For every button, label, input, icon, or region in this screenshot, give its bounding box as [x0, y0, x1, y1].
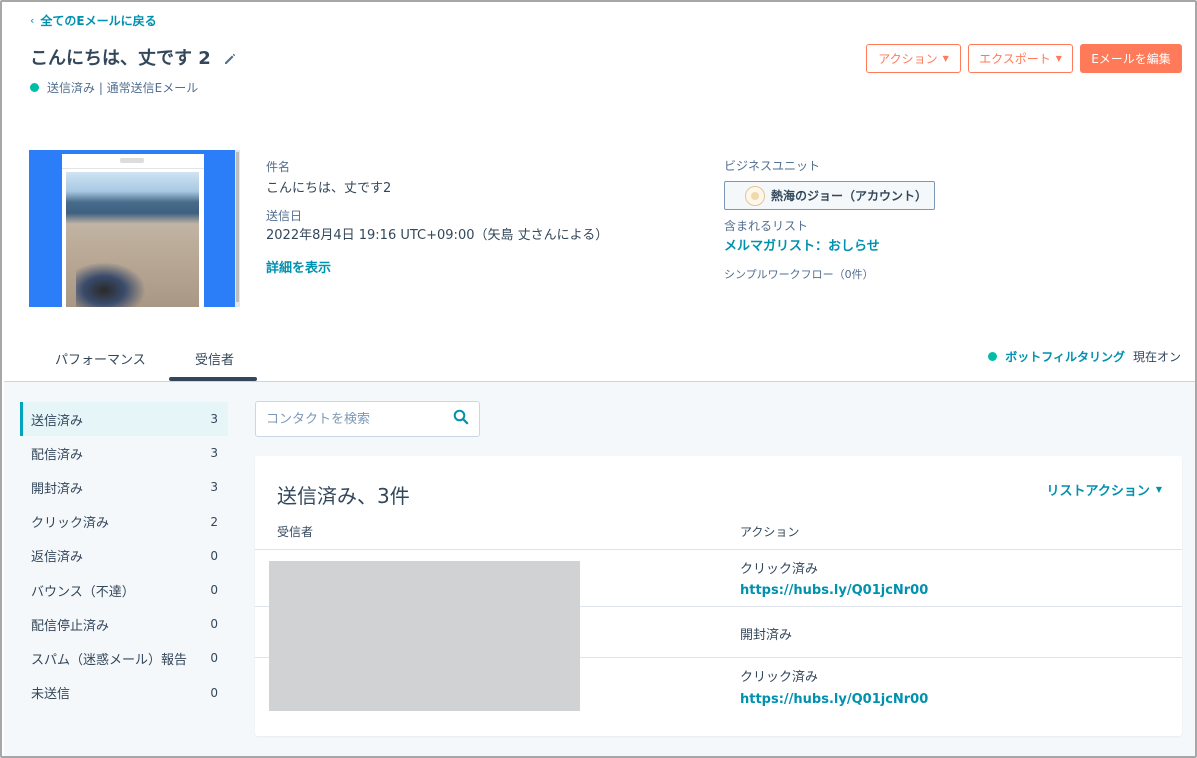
sidebar-item-count: 3	[210, 480, 218, 495]
sidebar-item-count: 0	[210, 583, 218, 598]
subject-label: 件名	[266, 160, 291, 174]
sidebar-item-not-sent[interactable]: 未送信 0	[20, 676, 228, 710]
table-divider	[255, 549, 1182, 550]
sidebar-item-clicked[interactable]: クリック済み 2	[20, 505, 228, 539]
row-action-text: クリック済み	[740, 670, 819, 685]
sidebar-item-count: 0	[210, 651, 218, 666]
app-window: ‹ 全てのEメールに戻る こんにちは、丈です 2 送信済み | 通常送信Eメール…	[0, 0, 1197, 758]
sidebar-item-count: 0	[210, 548, 218, 563]
sent-date-value: 2022年8月4日 19:16 UTC+09:00（矢島 丈さんによる）	[266, 228, 609, 243]
sidebar-item-sent[interactable]: 送信済み 3	[20, 402, 228, 437]
caret-down-icon: ▼	[1055, 54, 1062, 63]
preview-scrollbar[interactable]	[235, 150, 240, 307]
export-button[interactable]: エクスポート ▼	[968, 44, 1073, 73]
sidebar-item-delivered[interactable]: 配信済み 3	[20, 436, 228, 470]
status-text: 送信済み | 通常送信Eメール	[47, 81, 199, 95]
pencil-icon[interactable]	[223, 50, 237, 64]
sidebar-item-label: 返信済み	[31, 550, 84, 566]
tab-performance[interactable]: パフォーマンス	[55, 349, 146, 385]
email-preview-thumbnail[interactable]	[29, 150, 240, 307]
preview-divider	[62, 168, 204, 169]
sidebar-item-label: 配信停止済み	[31, 618, 110, 634]
preview-beach-photo	[66, 172, 199, 307]
sidebar-item-label: 配信済み	[31, 447, 84, 463]
caret-down-icon: ▼	[1155, 485, 1162, 494]
email-preview-paper	[62, 154, 204, 307]
recipient-status-sidebar: 送信済み 3 配信済み 3 開封済み 3 クリック済み 2 返信済み 0 バウン…	[20, 402, 228, 710]
card-title: 送信済み、3件	[277, 484, 410, 508]
list-action-dropdown[interactable]: リストアクション ▼	[1046, 480, 1162, 499]
edit-email-button[interactable]: Eメールを編集	[1080, 44, 1182, 73]
subject-value: こんにちは、丈です2	[266, 181, 392, 196]
action-button-label: アクション	[878, 52, 938, 66]
list-action-label: リストアクション	[1046, 484, 1150, 499]
contact-search-input[interactable]	[266, 411, 453, 427]
status-dot-icon	[30, 83, 39, 92]
row-action-link[interactable]: https://hubs.ly/Q01jcNr00	[740, 692, 928, 707]
sidebar-item-label: 未送信	[31, 687, 71, 703]
preview-scrollbar-thumb[interactable]	[236, 152, 239, 302]
bot-filtering-status: ボットフィルタリング 現在オン	[988, 348, 1181, 365]
included-list-link[interactable]: メルマガリスト：おしらせ	[724, 235, 880, 254]
export-button-label: エクスポート	[979, 52, 1051, 66]
bot-filtering-state: 現在オン	[1132, 350, 1181, 364]
sidebar-item-label: クリック済み	[31, 516, 110, 532]
column-header-recipient[interactable]: 受信者	[277, 523, 313, 540]
sidebar-item-count: 0	[210, 685, 218, 700]
preview-logo	[120, 158, 144, 163]
sidebar-item-count: 2	[210, 514, 218, 529]
action-button[interactable]: アクション ▼	[866, 44, 961, 73]
sidebar-item-spam-reported[interactable]: スパム（迷惑メール）報告 0	[20, 641, 228, 675]
recipients-table-card: 送信済み、3件 リストアクション ▼ 受信者 アクション クリック済み http…	[255, 456, 1182, 736]
tab-recipients-label: 受信者	[195, 353, 235, 368]
sidebar-item-unsubscribed[interactable]: 配信停止済み 0	[20, 607, 228, 641]
sidebar-item-count: 0	[210, 617, 218, 632]
status-line: 送信済み | 通常送信Eメール	[30, 79, 198, 96]
tab-performance-label: パフォーマンス	[55, 353, 146, 368]
row-action-text: クリック済み	[740, 562, 819, 577]
chevron-left-icon: ‹	[30, 14, 35, 27]
contact-search-box	[255, 401, 480, 437]
sidebar-item-label: スパム（迷惑メール）報告	[31, 652, 188, 668]
business-unit-value: 熱海のジョー（アカウント）	[771, 189, 928, 203]
row-action-text: 開封済み	[740, 628, 793, 643]
page-title: こんにちは、丈です 2	[30, 44, 237, 70]
included-list-label: 含まれるリスト	[724, 219, 809, 233]
business-unit-badge: 熱海のジョー（アカウント）	[724, 181, 935, 210]
sidebar-item-label: バウンス（不達）	[31, 584, 135, 600]
sidebar-item-label: 開封済み	[31, 481, 84, 497]
row-action-link[interactable]: https://hubs.ly/Q01jcNr00	[740, 583, 928, 598]
sidebar-item-replied[interactable]: 返信済み 0	[20, 539, 228, 573]
edit-email-button-label: Eメールを編集	[1091, 52, 1171, 66]
simple-workflow-label: シンプルワークフロー（0件）	[724, 268, 874, 281]
sidebar-item-opened[interactable]: 開封済み 3	[20, 470, 228, 504]
caret-down-icon: ▼	[942, 54, 949, 63]
business-unit-logo-icon	[745, 185, 765, 206]
bot-filter-dot-icon	[988, 352, 998, 361]
bot-filtering-link[interactable]: ボットフィルタリング	[1005, 348, 1125, 365]
redacted-recipients-block	[269, 561, 580, 711]
search-icon[interactable]	[453, 409, 469, 429]
back-link-label: 全てのEメールに戻る	[40, 14, 157, 28]
preview-person	[76, 262, 146, 307]
back-to-all-emails-link[interactable]: ‹ 全てのEメールに戻る	[30, 12, 157, 29]
sidebar-item-label: 送信済み	[31, 413, 84, 429]
sidebar-item-bounced[interactable]: バウンス（不達） 0	[20, 573, 228, 607]
recipients-panel: 送信済み 3 配信済み 3 開封済み 3 クリック済み 2 返信済み 0 バウン…	[4, 381, 1195, 756]
email-title: こんにちは、丈です 2	[30, 48, 211, 69]
sidebar-item-count: 3	[210, 446, 218, 461]
sidebar-item-count: 3	[210, 412, 218, 427]
business-unit-label: ビジネスユニット	[724, 159, 821, 173]
sent-date-label: 送信日	[266, 209, 303, 223]
column-header-action[interactable]: アクション	[740, 523, 799, 540]
show-details-link[interactable]: 詳細を表示	[266, 257, 331, 276]
